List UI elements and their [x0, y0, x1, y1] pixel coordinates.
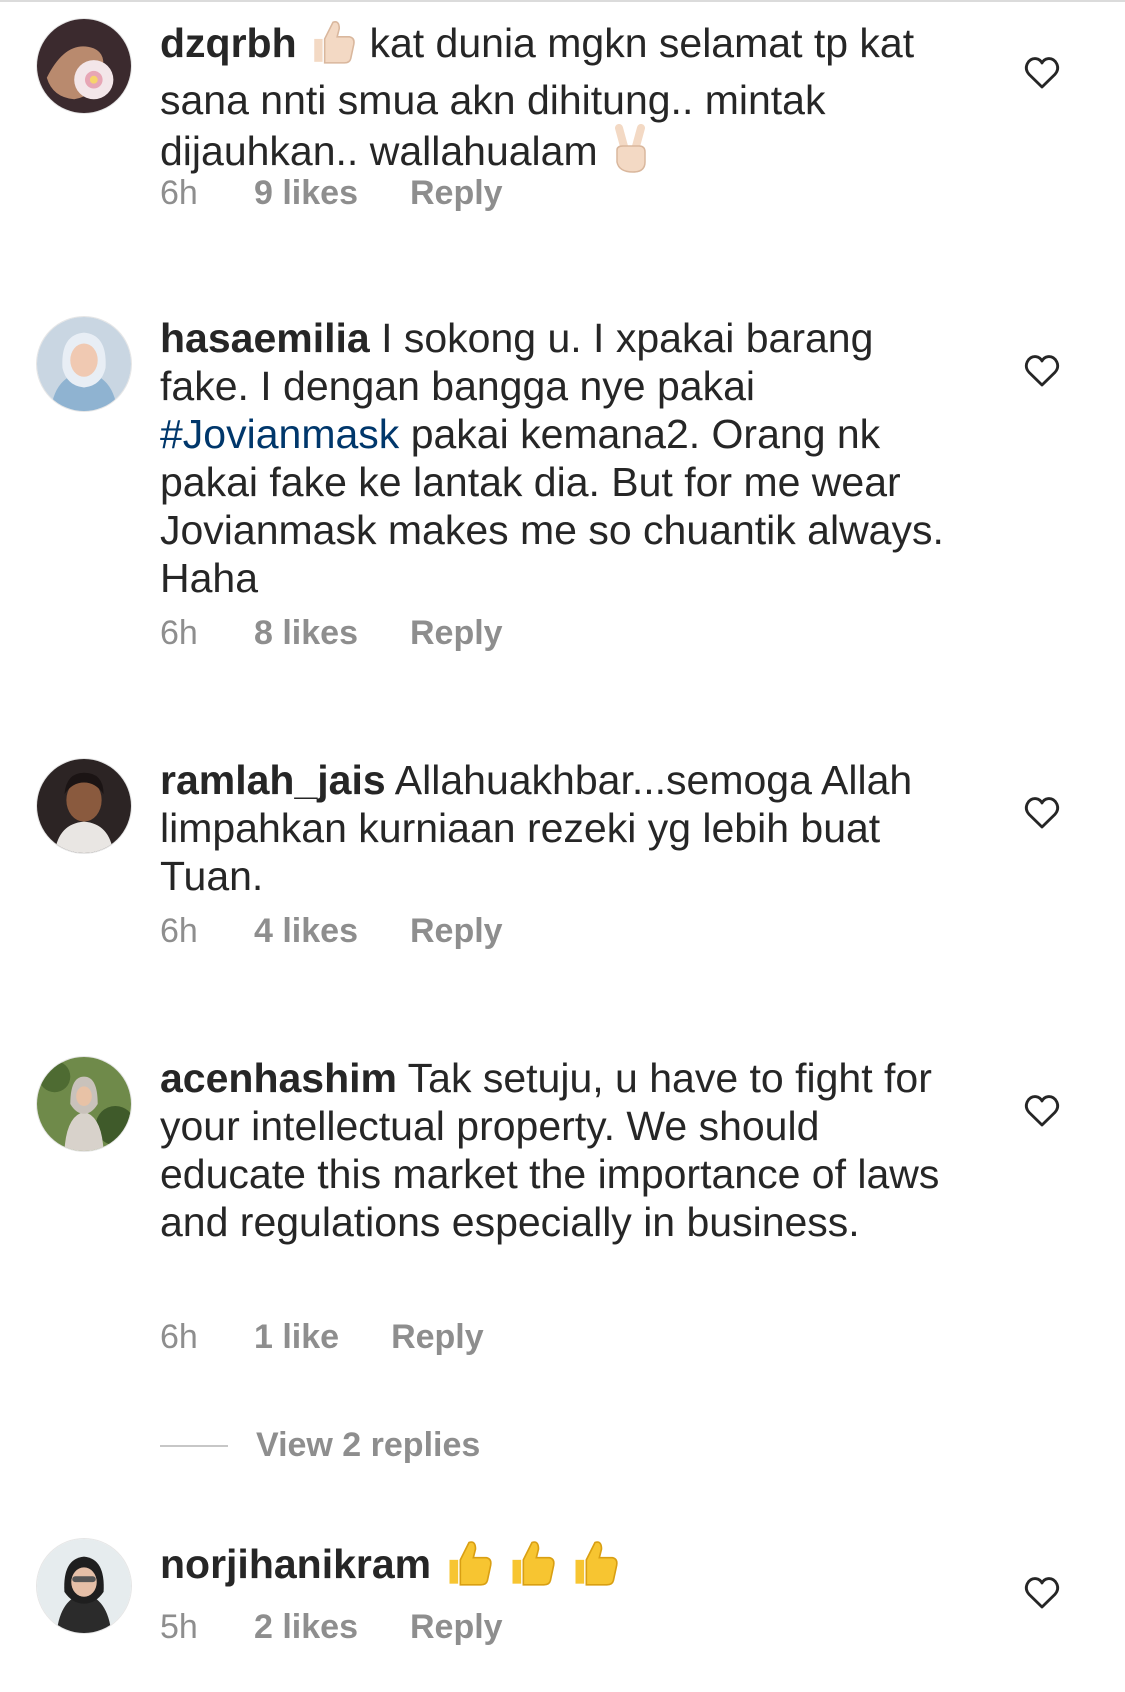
comment-meta: 6h 4 likes Reply [160, 912, 503, 951]
likes-count[interactable]: 2 likes [254, 1608, 358, 1647]
thumbs-up-emoji-icon [308, 16, 358, 76]
like-heart-icon[interactable] [1022, 792, 1062, 832]
reply-button[interactable]: Reply [410, 1608, 503, 1647]
reply-button[interactable]: Reply [391, 1318, 484, 1357]
likes-count[interactable]: 4 likes [254, 912, 358, 951]
likes-count[interactable]: 1 like [254, 1318, 339, 1357]
view-replies-label: View 2 replies [256, 1426, 481, 1464]
comment-text: acenhashim Tak setuju, u have to fight f… [160, 1054, 960, 1246]
comment-meta: 6h 1 like Reply [160, 1318, 484, 1357]
avatar[interactable] [36, 1538, 132, 1634]
comment-username[interactable]: dzqrbh [160, 20, 297, 66]
top-divider [0, 0, 1125, 2]
comment-meta: 5h 2 likes Reply [160, 1608, 503, 1647]
view-replies-button[interactable]: View 2 replies [160, 1426, 480, 1465]
comment-text: ramlah_jais Allahuakhbar...semoga Allah … [160, 756, 960, 900]
comment-time: 5h [160, 1608, 198, 1646]
reply-button[interactable]: Reply [410, 174, 503, 213]
like-heart-icon[interactable] [1022, 1090, 1062, 1130]
comment-text: dzqrbh kat dunia mgkn selamat tp kat san… [160, 16, 960, 184]
avatar[interactable] [36, 1056, 132, 1152]
comment-username[interactable]: hasaemilia [160, 315, 370, 361]
comment-username[interactable]: ramlah_jais [160, 757, 386, 803]
comment-time: 6h [160, 1318, 198, 1356]
victory-hand-emoji-icon [609, 124, 653, 184]
comment-meta: 6h 9 likes Reply [160, 174, 503, 213]
avatar[interactable] [36, 316, 132, 412]
like-heart-icon[interactable] [1022, 52, 1062, 92]
replies-divider-line [160, 1444, 228, 1447]
hashtag-link[interactable]: #Jovianmask [160, 411, 399, 457]
thumbs-up-emoji-icon [443, 1536, 495, 1598]
comment-time: 6h [160, 912, 198, 950]
like-heart-icon[interactable] [1022, 350, 1062, 390]
comment-time: 6h [160, 174, 198, 212]
comment-text: hasaemilia I sokong u. I xpakai barang f… [160, 314, 960, 602]
reply-button[interactable]: Reply [410, 614, 503, 653]
comment-text: norjihanikram [160, 1536, 960, 1598]
thumbs-up-emoji-icon [569, 1536, 621, 1598]
thumbs-up-emoji-icon [506, 1536, 558, 1598]
reply-button[interactable]: Reply [410, 912, 503, 951]
comment-time: 6h [160, 614, 198, 652]
comment-username[interactable]: norjihanikram [160, 1541, 431, 1587]
likes-count[interactable]: 8 likes [254, 614, 358, 653]
comment-username[interactable]: acenhashim [160, 1055, 397, 1101]
likes-count[interactable]: 9 likes [254, 174, 358, 213]
avatar[interactable] [36, 18, 132, 114]
like-heart-icon[interactable] [1022, 1572, 1062, 1612]
avatar[interactable] [36, 758, 132, 854]
comment-meta: 6h 8 likes Reply [160, 614, 503, 653]
